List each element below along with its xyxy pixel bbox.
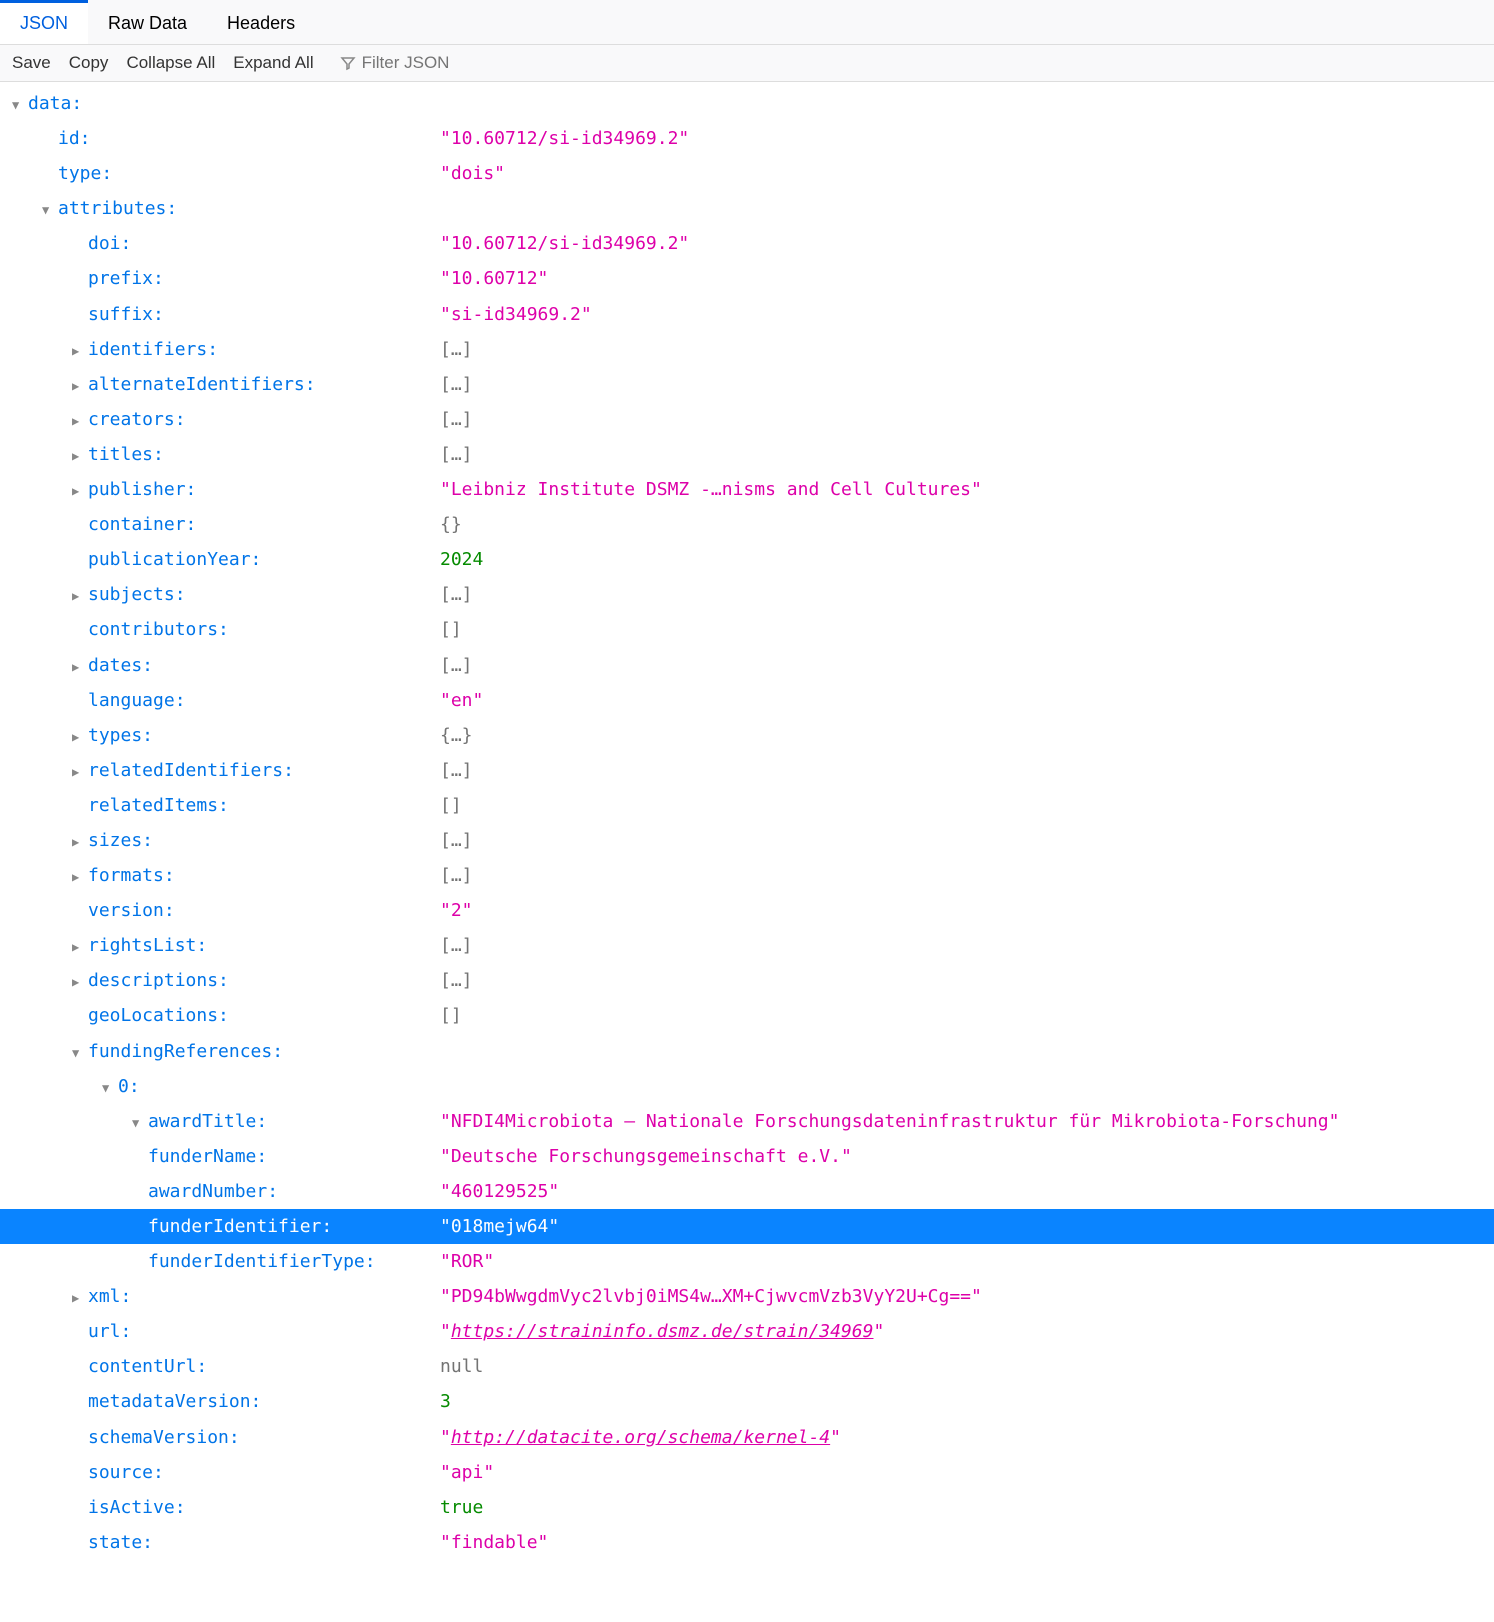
tree-row[interactable]: ▶ sizes: […]	[0, 823, 1494, 858]
chevron-down-icon[interactable]: ▼	[42, 199, 58, 222]
tree-row[interactable]: ▶ schemaVersion: "http://datacite.org/sc…	[0, 1420, 1494, 1455]
tree-row[interactable]: ▼ 0:	[0, 1069, 1494, 1104]
tree-row[interactable]: ▶ state: "findable"	[0, 1525, 1494, 1560]
tree-row[interactable]: ▼ awardTitle: "NFDI4Microbiota – Nationa…	[0, 1104, 1494, 1139]
tree-row[interactable]: ▶ doi: "10.60712/si-id34969.2"	[0, 226, 1494, 261]
chevron-right-icon[interactable]: ▶	[72, 340, 88, 363]
tabs-bar: JSON Raw Data Headers	[0, 0, 1494, 45]
tree-row[interactable]: ▶ contentUrl: null	[0, 1349, 1494, 1384]
tree-row[interactable]: ▶ relatedIdentifiers: […]	[0, 753, 1494, 788]
tree-row[interactable]: ▶ prefix: "10.60712"	[0, 261, 1494, 296]
tree-row[interactable]: ▶ dates: […]	[0, 648, 1494, 683]
tree-row[interactable]: ▶ xml: "PD94bWwgdmVyc2lvbj0iMS4w…XM+Cjwv…	[0, 1279, 1494, 1314]
tree-row[interactable]: ▶ funderIdentifierType: "ROR"	[0, 1244, 1494, 1279]
chevron-right-icon[interactable]: ▶	[72, 761, 88, 784]
tree-row[interactable]: ▶ funderName: "Deutsche Forschungsgemein…	[0, 1139, 1494, 1174]
chevron-right-icon[interactable]: ▶	[72, 410, 88, 433]
chevron-right-icon[interactable]: ▶	[72, 445, 88, 468]
tree-row[interactable]: ▶ version: "2"	[0, 893, 1494, 928]
tree-row[interactable]: ▶ id: "10.60712/si-id34969.2"	[0, 121, 1494, 156]
chevron-right-icon[interactable]: ▶	[72, 1287, 88, 1310]
tree-row[interactable]: ▶ contributors: []	[0, 612, 1494, 647]
tree-row[interactable]: ▶ relatedItems: []	[0, 788, 1494, 823]
tree-row[interactable]: ▶ subjects: […]	[0, 577, 1494, 612]
tree-row[interactable]: ▶ formats: […]	[0, 858, 1494, 893]
tree-row[interactable]: ▼ data:	[0, 86, 1494, 121]
collapse-all-button[interactable]: Collapse All	[126, 53, 215, 73]
chevron-right-icon[interactable]: ▶	[72, 375, 88, 398]
tree-row[interactable]: ▶ suffix: "si-id34969.2"	[0, 297, 1494, 332]
tree-row[interactable]: ▶ geoLocations: []	[0, 998, 1494, 1033]
tab-headers[interactable]: Headers	[207, 0, 315, 44]
filter-input[interactable]	[362, 53, 562, 73]
tree-row[interactable]: ▶ url: "https://straininfo.dsmz.de/strai…	[0, 1314, 1494, 1349]
copy-button[interactable]: Copy	[69, 53, 109, 73]
expand-all-button[interactable]: Expand All	[233, 53, 313, 73]
tree-row[interactable]: ▶ metadataVersion: 3	[0, 1384, 1494, 1419]
tree-row[interactable]: ▶ titles: […]	[0, 437, 1494, 472]
filter-icon	[340, 55, 356, 71]
chevron-down-icon[interactable]: ▼	[12, 94, 28, 117]
tree-row[interactable]: ▶ publicationYear: 2024	[0, 542, 1494, 577]
tree-row[interactable]: ▶ type: "dois"	[0, 156, 1494, 191]
save-button[interactable]: Save	[12, 53, 51, 73]
chevron-right-icon[interactable]: ▶	[72, 866, 88, 889]
tree-row[interactable]: ▶ awardNumber: "460129525"	[0, 1174, 1494, 1209]
chevron-right-icon[interactable]: ▶	[72, 480, 88, 503]
tree-row[interactable]: ▶ publisher: "Leibniz Institute DSMZ -…n…	[0, 472, 1494, 507]
chevron-right-icon[interactable]: ▶	[72, 585, 88, 608]
chevron-down-icon[interactable]: ▼	[72, 1042, 88, 1065]
tree-row[interactable]: ▼ fundingReferences:	[0, 1034, 1494, 1069]
tab-raw[interactable]: Raw Data	[88, 0, 207, 44]
tree-row[interactable]: ▶ container: {}	[0, 507, 1494, 542]
schema-link[interactable]: http://datacite.org/schema/kernel-4	[451, 1427, 830, 1448]
chevron-down-icon[interactable]: ▼	[102, 1077, 118, 1100]
tree-row[interactable]: ▶ identifiers: […]	[0, 332, 1494, 367]
tree-row[interactable]: ▶ types: {…}	[0, 718, 1494, 753]
tree-row[interactable]: ▼ attributes:	[0, 191, 1494, 226]
tree-row-selected[interactable]: ▶ funderIdentifier: "018mejw64"	[0, 1209, 1494, 1244]
toolbar: Save Copy Collapse All Expand All	[0, 45, 1494, 82]
chevron-down-icon[interactable]: ▼	[132, 1112, 148, 1135]
tree-row[interactable]: ▶ language: "en"	[0, 683, 1494, 718]
chevron-right-icon[interactable]: ▶	[72, 726, 88, 749]
tree-row[interactable]: ▶ isActive: true	[0, 1490, 1494, 1525]
chevron-right-icon[interactable]: ▶	[72, 656, 88, 679]
tree-row[interactable]: ▶ rightsList: […]	[0, 928, 1494, 963]
tree-row[interactable]: ▶ descriptions: […]	[0, 963, 1494, 998]
url-link[interactable]: https://straininfo.dsmz.de/strain/34969	[451, 1321, 874, 1342]
chevron-right-icon[interactable]: ▶	[72, 936, 88, 959]
chevron-right-icon[interactable]: ▶	[72, 971, 88, 994]
tree-row[interactable]: ▶ source: "api"	[0, 1455, 1494, 1490]
tree-row[interactable]: ▶ creators: […]	[0, 402, 1494, 437]
filter-wrap	[340, 53, 562, 73]
tree-row[interactable]: ▶ alternateIdentifiers: […]	[0, 367, 1494, 402]
json-tree: ▼ data: ▶ id: "10.60712/si-id34969.2" ▶ …	[0, 82, 1494, 1580]
chevron-right-icon[interactable]: ▶	[72, 831, 88, 854]
tab-json[interactable]: JSON	[0, 0, 88, 44]
